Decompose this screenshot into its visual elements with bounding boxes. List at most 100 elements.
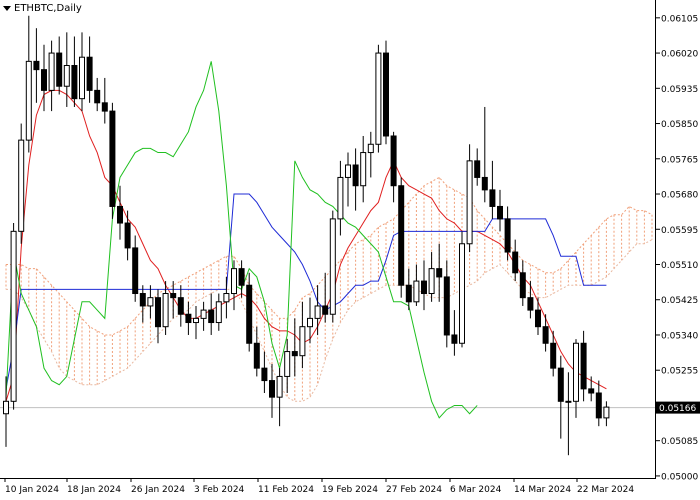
candle-body-up [413,280,420,303]
price-tick-label: 0.05680 [661,191,698,201]
candle [41,44,47,112]
candle-body-down [542,326,549,344]
price-tick-label: 0.05340 [661,331,698,341]
candle-body-down [557,367,564,402]
candle-body-up [345,164,351,178]
candle [124,210,131,261]
candle-body-down [177,297,184,315]
candle [71,36,78,107]
candle [33,28,40,103]
candle [3,376,9,447]
candle [466,144,473,253]
candle-body-up [18,139,25,232]
candle-body-down [512,251,519,274]
candle-body-up [215,301,222,324]
candle-body-down [132,247,139,295]
candle-body-down [253,342,260,369]
price-tick-label: 0.05935 [661,85,698,95]
candle [542,314,549,352]
candle-body-down [291,351,298,357]
price-tick-label: 0.05595 [661,226,698,236]
candle-body-up [367,143,374,154]
symbol-title[interactable]: ETHBTC,Daily [3,3,82,14]
candle-body-down [33,60,40,71]
candle-body-down [269,380,275,398]
candle [337,160,344,236]
candle [56,36,63,95]
candle [436,243,443,302]
chart-canvas[interactable]: 0.06105 0.06020 0.05935 0.05850 0.05765 0.056… [0,0,700,500]
price-tick-label: 0.05255 [661,367,698,377]
candle-body-up [337,176,344,220]
time-tick-label: 27 Feb 2024 [386,485,442,495]
candle-body-down [185,313,192,324]
candle [405,268,412,311]
candle [497,189,503,232]
candle [86,36,93,103]
candle [10,223,17,410]
candle-body-down [497,205,503,220]
candle-body-up [428,268,435,295]
candle-body-down [405,284,412,303]
candle [223,276,230,319]
candle-body-down [117,205,123,224]
candle-body-up [231,268,237,295]
candle [246,272,253,352]
triangle-down-icon[interactable] [3,6,11,11]
candle [474,148,481,186]
candle-body-down [56,52,63,87]
candle [48,40,55,112]
candle-body-up [466,160,473,245]
candle [595,380,602,427]
candle-body-up [314,305,321,319]
candle [329,210,336,323]
candle [155,289,161,344]
candle [291,318,298,377]
candle [557,355,564,439]
candle [94,77,101,112]
candle-body-down [41,69,47,91]
candle-body-up [200,309,207,319]
candle [421,260,427,311]
candle-body-down [71,65,78,100]
symbol-label: ETHBTC,Daily [14,3,82,14]
candle-body-down [124,222,131,249]
candle-body-down [322,305,329,315]
candle-body-up [603,406,610,419]
candle [413,264,420,306]
candle [504,206,511,261]
current-price-value: 0.05166 [659,404,696,414]
tenkan-sen-line [5,89,607,402]
time-tick-label: 6 Mar 2024 [450,485,502,495]
candle [79,32,85,112]
candle-body-up [25,60,32,141]
candle [443,260,450,348]
candle-body-up [299,326,306,357]
candle-body-up [375,52,382,145]
candle [512,239,519,282]
candle-body-down [86,56,93,91]
candle [390,131,397,203]
chikou-span-line [5,61,478,419]
candle-body-down [474,160,481,178]
candle [527,281,534,319]
candle [489,160,496,219]
candle-body-up [147,297,154,307]
price-tick-label: 0.05850 [661,120,698,130]
candle [261,351,268,394]
candle [139,285,146,323]
candle-body-down [352,164,359,187]
time-tick-label: 10 Jan 2024 [5,485,59,495]
candle [117,185,123,240]
time-tick-label: 14 Mar 2024 [514,485,571,495]
candle-body-down [94,89,101,104]
candle-body-up [48,52,55,91]
candle [208,293,215,335]
candle [269,363,275,418]
candle [360,135,367,203]
candle [238,260,245,298]
chart-window[interactable]: 0.06105 0.06020 0.05935 0.05850 0.05765 0.056… [0,0,700,500]
candle [215,293,222,331]
candle [25,15,32,153]
price-tick-label: 0.05425 [661,296,698,306]
